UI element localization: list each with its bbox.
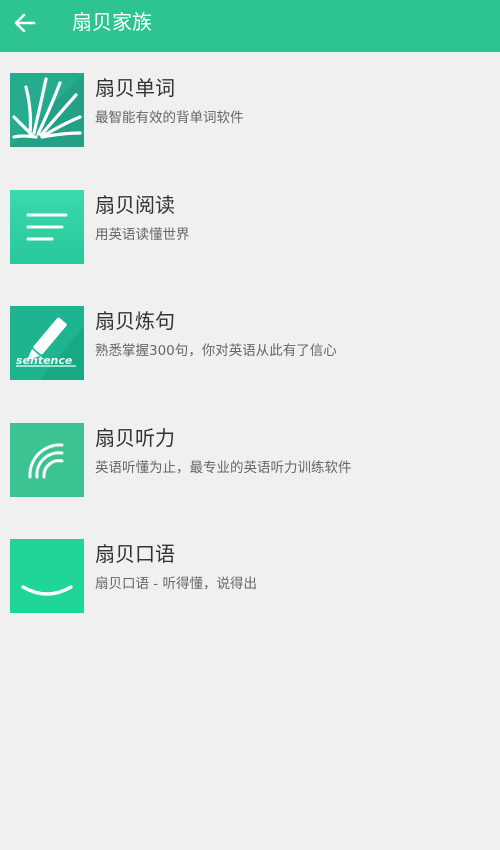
svg-text:sentence: sentence [16,354,73,367]
page-title: 扇贝家族 [72,10,152,34]
app-icon-words [10,73,84,147]
app-icon-listening [10,422,84,497]
app-description: 英语听懂为止，最专业的英语听力训练软件 [95,459,352,476]
app-name: 扇贝炼句 [95,309,175,333]
app-name: 扇贝听力 [95,425,175,450]
app-description: 用英语读懂世界 [95,226,190,243]
app-list: 扇贝单词 最智能有效的背单词软件 扇贝阅读 用英语读懂世界 sentence 扇… [0,52,500,635]
pencil-sentence-icon: sentence [10,306,84,380]
app-icon-speaking [10,539,84,613]
burst-rays-icon [10,73,84,147]
app-description: 熟悉掌握300句，你对英语从此有了信心 [95,343,337,359]
list-item-shanbay-sentence[interactable]: sentence 扇贝炼句 熟悉掌握300句，你对英语从此有了信心 [0,285,500,402]
app-name: 扇贝口语 [95,542,175,566]
app-icon-reading [10,189,84,264]
list-item-shanbay-speaking[interactable]: 扇贝口语 扇贝口语 - 听得懂，说得出 [0,518,500,635]
app-name: 扇贝单词 [95,76,175,100]
smile-icon [10,539,84,613]
list-item-shanbay-words[interactable]: 扇贝单词 最智能有效的背单词软件 [0,52,500,169]
app-description: 最智能有效的背单词软件 [95,110,244,126]
app-name: 扇贝阅读 [95,192,175,217]
app-description: 扇贝口语 - 听得懂，说得出 [95,576,257,592]
sound-waves-icon [10,422,84,497]
list-item-shanbay-reading[interactable]: 扇贝阅读 用英语读懂世界 [0,169,500,286]
app-bar: 扇贝家族 [0,0,500,52]
arrow-left-icon [14,13,36,33]
app-icon-sentence: sentence [10,306,84,380]
back-button[interactable] [8,6,42,40]
list-item-shanbay-listening[interactable]: 扇贝听力 英语听懂为止，最专业的英语听力训练软件 [0,402,500,519]
text-lines-icon [10,189,84,264]
